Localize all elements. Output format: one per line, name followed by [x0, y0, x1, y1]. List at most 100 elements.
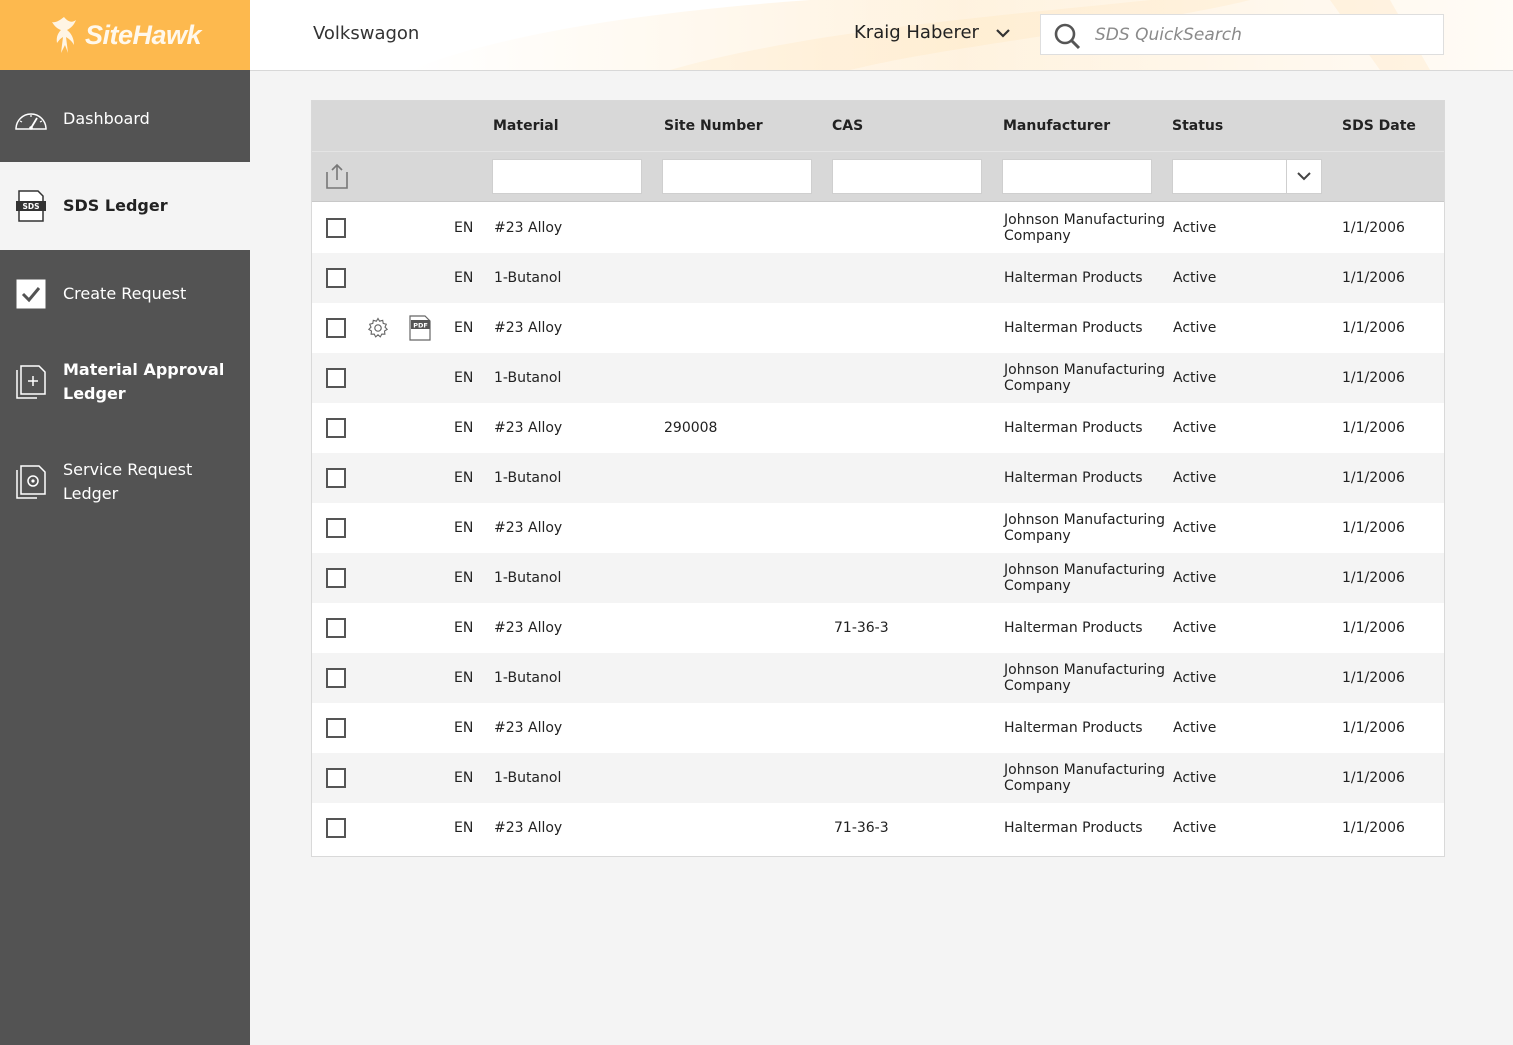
- cell-sds-date: 1/1/2006: [1342, 570, 1405, 586]
- table-row[interactable]: EN 1-Butanol Johnson Manufacturing Company…: [312, 353, 1444, 403]
- sidebar-item-dashboard[interactable]: Dashboard: [0, 75, 250, 163]
- cell-material[interactable]: #23 Alloy: [494, 703, 562, 753]
- table-row[interactable]: EN #23 Alloy 290008 Halterman Products Activ…: [312, 403, 1444, 453]
- column-header-cas[interactable]: CAS: [832, 118, 863, 134]
- sds-document-icon: SDS: [16, 190, 46, 222]
- sidebar-item-material-approval[interactable]: Material Approval Ledger: [0, 338, 250, 426]
- manufacturer-filter-input[interactable]: [1002, 159, 1152, 194]
- cell-language: EN: [454, 820, 474, 836]
- cell-material[interactable]: #23 Alloy: [494, 603, 562, 653]
- column-header-material[interactable]: Material: [493, 118, 559, 134]
- cell-sds-date: 1/1/2006: [1342, 320, 1405, 336]
- material-filter-input[interactable]: [492, 159, 642, 194]
- row-checkbox[interactable]: [326, 668, 346, 688]
- cell-material[interactable]: 1-Butanol: [494, 253, 561, 303]
- cell-manufacturer: Johnson Manufacturing Company: [1004, 562, 1165, 594]
- cell-material[interactable]: #23 Alloy: [494, 403, 562, 453]
- cell-material[interactable]: 1-Butanol: [494, 353, 561, 403]
- pdf-icon[interactable]: PDF: [408, 315, 432, 341]
- cell-status: Active: [1173, 620, 1217, 636]
- table-row[interactable]: EN #23 Alloy 71-36-3 Halterman Products Acti…: [312, 603, 1444, 653]
- table-row[interactable]: EN 1-Butanol Johnson Manufacturing Company…: [312, 653, 1444, 703]
- sitehawk-logo[interactable]: SiteHawk: [0, 0, 250, 70]
- sidebar-item-service-request[interactable]: Service Request Ledger: [0, 438, 250, 526]
- row-checkbox[interactable]: [326, 568, 346, 588]
- column-header-site-number[interactable]: Site Number: [664, 118, 763, 134]
- user-name: Kraig Haberer: [854, 22, 979, 43]
- filter-row: [312, 152, 1444, 202]
- cell-sds-date: 1/1/2006: [1342, 270, 1405, 286]
- cas-filter-input[interactable]: [832, 159, 982, 194]
- sidebar-item-create-request[interactable]: Create Request: [0, 250, 250, 338]
- site-number-filter-input[interactable]: [662, 159, 812, 194]
- cell-material[interactable]: #23 Alloy: [494, 803, 562, 853]
- cell-sds-date: 1/1/2006: [1342, 420, 1405, 436]
- cell-material[interactable]: #23 Alloy: [494, 503, 562, 553]
- status-filter-select[interactable]: [1172, 159, 1322, 194]
- cell-sds-date: 1/1/2006: [1342, 720, 1405, 736]
- row-checkbox[interactable]: [326, 418, 346, 438]
- user-menu[interactable]: Kraig Haberer: [854, 22, 1011, 43]
- table-row[interactable]: EN #23 Alloy Halterman Products Active 1/1/2…: [312, 703, 1444, 753]
- row-checkbox[interactable]: [326, 468, 346, 488]
- column-header-manufacturer[interactable]: Manufacturer: [1003, 118, 1110, 134]
- row-checkbox[interactable]: [326, 768, 346, 788]
- table-row[interactable]: EN 1-Butanol Johnson Manufacturing Company…: [312, 553, 1444, 603]
- cell-manufacturer: Johnson Manufacturing Company: [1004, 762, 1165, 794]
- table-row[interactable]: EN #23 Alloy Johnson Manufacturing Company…: [312, 503, 1444, 553]
- row-checkbox[interactable]: [326, 518, 346, 538]
- sidebar: SiteHawk Dashboard SDS SDS Ledger Create…: [0, 0, 250, 1045]
- cell-material[interactable]: 1-Butanol: [494, 753, 561, 803]
- chevron-down-icon[interactable]: [995, 28, 1011, 38]
- cell-sds-date: 1/1/2006: [1342, 620, 1405, 636]
- cell-material[interactable]: 1-Butanol: [494, 653, 561, 703]
- cell-material[interactable]: 1-Butanol: [494, 553, 561, 603]
- table-body: EN #23 Alloy Johnson Manufacturing Company…: [312, 203, 1444, 853]
- row-checkbox[interactable]: [326, 718, 346, 738]
- hawk-icon: [51, 17, 76, 53]
- row-checkbox[interactable]: [326, 368, 346, 388]
- sidebar-item-label: Material Approval Ledger: [63, 360, 225, 403]
- table-row[interactable]: PDF EN #23 Alloy Halterman Products Active 1/…: [312, 303, 1444, 353]
- cell-manufacturer: Halterman Products: [1004, 470, 1143, 486]
- table-row[interactable]: EN 1-Butanol Johnson Manufacturing Company…: [312, 753, 1444, 803]
- company-name: Volkswagon: [313, 23, 420, 44]
- row-checkbox[interactable]: [326, 818, 346, 838]
- row-checkbox[interactable]: [326, 618, 346, 638]
- cell-language: EN: [454, 520, 474, 536]
- table-row[interactable]: EN #23 Alloy Johnson Manufacturing Company…: [312, 203, 1444, 253]
- sds-quicksearch: [1040, 14, 1444, 55]
- dashboard-gauge-icon: [15, 113, 47, 130]
- cell-language: EN: [454, 420, 474, 436]
- cell-material[interactable]: #23 Alloy: [494, 203, 562, 253]
- table-row[interactable]: EN #23 Alloy 71-36-3 Halterman Products Acti…: [312, 803, 1444, 853]
- search-icon[interactable]: [1053, 22, 1081, 50]
- cell-manufacturer: Johnson Manufacturing Company: [1004, 362, 1165, 394]
- cell-material[interactable]: 1-Butanol: [494, 453, 561, 503]
- cell-language: EN: [454, 720, 474, 736]
- sidebar-item-sds-ledger[interactable]: SDS SDS Ledger: [0, 162, 250, 250]
- table-row[interactable]: EN 1-Butanol Halterman Products Active 1/1/2…: [312, 253, 1444, 303]
- status-filter-toggle[interactable]: [1286, 160, 1321, 193]
- column-header-status[interactable]: Status: [1172, 118, 1223, 134]
- search-input[interactable]: [1095, 21, 1425, 49]
- cell-status: Active: [1173, 720, 1217, 736]
- cell-sds-date: 1/1/2006: [1342, 770, 1405, 786]
- cell-language: EN: [454, 670, 474, 686]
- logo-text: SiteHawk: [84, 19, 202, 50]
- row-checkbox[interactable]: [326, 268, 346, 288]
- cell-language: EN: [454, 320, 474, 336]
- gear-icon[interactable]: [367, 317, 389, 339]
- cell-status: Active: [1173, 220, 1217, 236]
- row-checkbox[interactable]: [326, 218, 346, 238]
- cell-sds-date: 1/1/2006: [1342, 670, 1405, 686]
- column-header-sds-date[interactable]: SDS Date: [1342, 118, 1416, 134]
- cell-material[interactable]: #23 Alloy: [494, 303, 562, 353]
- table-row[interactable]: EN 1-Butanol Halterman Products Active 1/1/2…: [312, 453, 1444, 503]
- cell-manufacturer: Halterman Products: [1004, 420, 1143, 436]
- cell-manufacturer: Johnson Manufacturing Company: [1004, 662, 1165, 694]
- export-icon[interactable]: [325, 163, 349, 190]
- cell-language: EN: [454, 370, 474, 386]
- row-checkbox[interactable]: [326, 318, 346, 338]
- cell-manufacturer: Johnson Manufacturing Company: [1004, 512, 1165, 544]
